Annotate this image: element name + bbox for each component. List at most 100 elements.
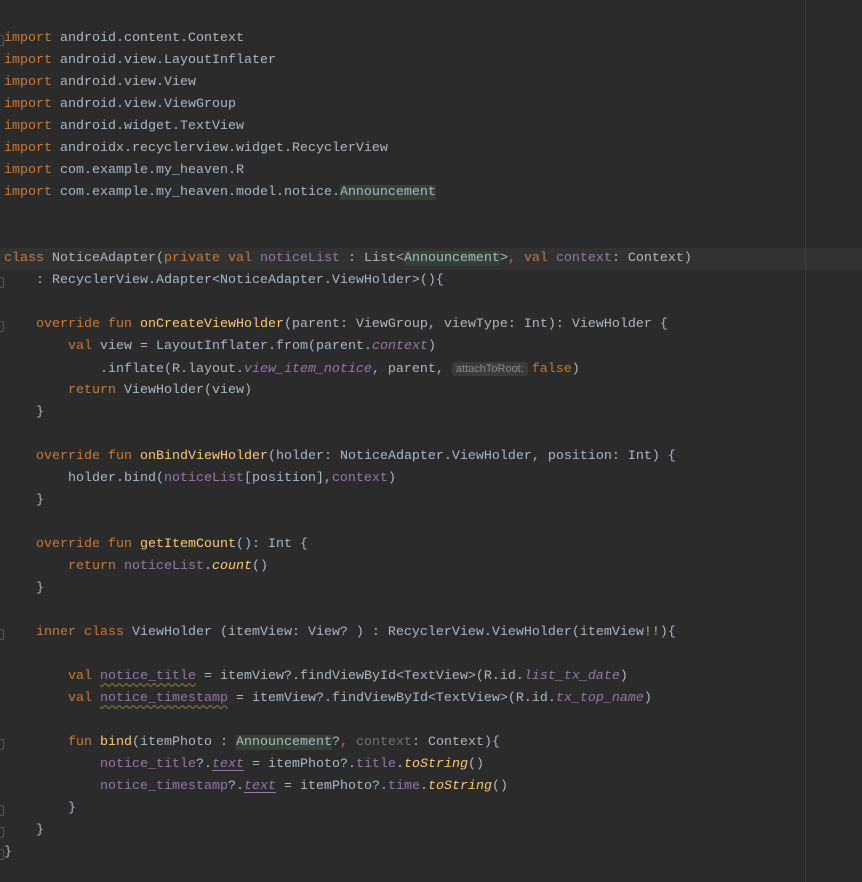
code-line[interactable]: import com.example.my_heaven.model.notic… bbox=[0, 182, 862, 204]
code-line[interactable]: import android.view.LayoutInflater bbox=[0, 50, 862, 72]
code-token: ?. bbox=[227, 779, 244, 794]
code-line[interactable] bbox=[0, 292, 862, 314]
code-line[interactable]: } bbox=[0, 820, 862, 842]
code-line[interactable]: import com.example.my_heaven.R bbox=[0, 160, 862, 182]
code-line[interactable]: } bbox=[0, 842, 862, 864]
code-token: } bbox=[4, 845, 12, 860]
code-token: (parent: ViewGroup, viewType: Int): View… bbox=[283, 317, 668, 332]
code-token: Announcement bbox=[235, 735, 332, 750]
code-line[interactable] bbox=[0, 424, 862, 446]
fold-marker-icon[interactable] bbox=[0, 805, 4, 816]
code-token: android.widget.TextView bbox=[60, 119, 244, 134]
fold-marker-icon[interactable] bbox=[0, 35, 4, 46]
code-line[interactable]: } bbox=[0, 490, 862, 512]
code-token: = itemView?.findViewById<TextView>(R.id. bbox=[195, 669, 524, 684]
code-token: = itemPhoto?. bbox=[275, 779, 388, 794]
code-token: toString bbox=[403, 757, 468, 772]
code-token: . bbox=[395, 757, 404, 772]
code-token: return bbox=[68, 383, 124, 398]
code-token: noticeList bbox=[124, 559, 204, 574]
code-line[interactable]: override fun getItemCount(): Int { bbox=[0, 534, 862, 556]
code-line[interactable]: import android.content.Context bbox=[0, 28, 862, 50]
code-token: import bbox=[4, 141, 60, 156]
code-token: ?. bbox=[195, 757, 212, 772]
code-line[interactable]: fun bind(itemPhoto : Announcement?, cont… bbox=[0, 732, 862, 754]
code-line[interactable]: notice_timestamp?.text = itemPhoto?.time… bbox=[0, 776, 862, 798]
code-line[interactable]: notice_title?.text = itemPhoto?.title.to… bbox=[0, 754, 862, 776]
code-token: val bbox=[68, 669, 100, 684]
code-token: toString bbox=[427, 779, 492, 794]
code-line[interactable] bbox=[0, 6, 862, 28]
fold-marker-icon[interactable] bbox=[0, 739, 4, 750]
code-line[interactable]: } bbox=[0, 402, 862, 424]
code-token: . bbox=[203, 559, 212, 574]
code-token: return bbox=[68, 559, 124, 574]
code-line[interactable]: val notice_title = itemView?.findViewByI… bbox=[0, 666, 862, 688]
code-token: : List< bbox=[339, 251, 404, 266]
code-token: package bbox=[4, 0, 68, 2]
code-token: , bbox=[339, 735, 356, 750]
code-token: : RecyclerView.Adapter<NoticeAdapter.Vie… bbox=[4, 273, 444, 288]
fold-marker-icon[interactable] bbox=[0, 849, 4, 860]
code-token: , parent, bbox=[371, 362, 452, 377]
code-line[interactable]: override fun onBindViewHolder(holder: No… bbox=[0, 446, 862, 468]
code-token: noticeList bbox=[259, 251, 340, 266]
code-token: title bbox=[355, 757, 396, 772]
code-line[interactable] bbox=[0, 600, 862, 622]
code-line[interactable]: import android.widget.TextView bbox=[0, 116, 862, 138]
code-line[interactable]: return ViewHolder(view) bbox=[0, 380, 862, 402]
code-line[interactable]: inner class ViewHolder (itemView: View? … bbox=[0, 622, 862, 644]
code-token: ) bbox=[387, 471, 396, 486]
fold-marker-icon[interactable] bbox=[0, 321, 4, 332]
fold-marker-icon[interactable] bbox=[0, 827, 4, 838]
code-line[interactable]: import android.view.ViewGroup bbox=[0, 94, 862, 116]
code-line[interactable] bbox=[0, 710, 862, 732]
code-line[interactable] bbox=[0, 226, 862, 248]
code-line[interactable]: override fun onCreateViewHolder(parent: … bbox=[0, 314, 862, 336]
code-editor[interactable]: package com.example.my_heaven.adapter im… bbox=[0, 0, 862, 864]
code-line[interactable]: holder.bind(noticeList[position],context… bbox=[0, 468, 862, 490]
code-line[interactable]: val view = LayoutInflater.from(parent.co… bbox=[0, 336, 862, 358]
code-line[interactable] bbox=[0, 204, 862, 226]
fold-marker-icon[interactable] bbox=[0, 277, 4, 288]
right-margin-guide bbox=[805, 0, 806, 882]
code-token: android.view.View bbox=[60, 75, 196, 90]
code-token: notice_timestamp bbox=[100, 691, 228, 706]
code-token: inner class bbox=[36, 625, 132, 640]
code-line[interactable]: import androidx.recyclerview.widget.Recy… bbox=[0, 138, 862, 160]
code-line[interactable]: : RecyclerView.Adapter<NoticeAdapter.Vie… bbox=[0, 270, 862, 292]
code-line[interactable]: return noticeList.count() bbox=[0, 556, 862, 578]
code-line[interactable] bbox=[0, 644, 862, 666]
code-line[interactable]: .inflate(R.layout.view_item_notice, pare… bbox=[0, 358, 862, 380]
code-line[interactable] bbox=[0, 512, 862, 534]
code-token: override fun bbox=[36, 449, 140, 464]
code-line[interactable]: class NoticeAdapter(private val noticeLi… bbox=[0, 248, 862, 270]
code-token: ViewHolder (itemView: View? ) : Recycler… bbox=[131, 625, 676, 640]
code-token: bind bbox=[100, 735, 132, 750]
code-line[interactable]: } bbox=[0, 578, 862, 600]
code-token: text bbox=[211, 757, 244, 772]
code-token: } bbox=[4, 581, 44, 596]
code-token: count bbox=[211, 559, 252, 574]
code-token: = itemView?.findViewById<TextView>(R.id. bbox=[227, 691, 556, 706]
fold-marker-icon[interactable] bbox=[0, 629, 4, 640]
code-token: import bbox=[4, 185, 60, 200]
code-token: val bbox=[68, 339, 100, 354]
code-line[interactable]: val notice_timestamp = itemView?.findVie… bbox=[0, 688, 862, 710]
code-token: ) bbox=[571, 362, 580, 377]
code-token: Announcement bbox=[403, 251, 500, 266]
code-token: getItemCount bbox=[139, 537, 236, 552]
code-line[interactable]: } bbox=[0, 798, 862, 820]
code-token: , bbox=[507, 251, 524, 266]
code-token: false bbox=[531, 362, 572, 377]
code-token: override fun bbox=[36, 537, 140, 552]
code-token: () bbox=[491, 779, 508, 794]
code-line[interactable]: import android.view.View bbox=[0, 72, 862, 94]
code-token: import bbox=[4, 119, 60, 134]
code-token: onBindViewHolder bbox=[139, 449, 268, 464]
